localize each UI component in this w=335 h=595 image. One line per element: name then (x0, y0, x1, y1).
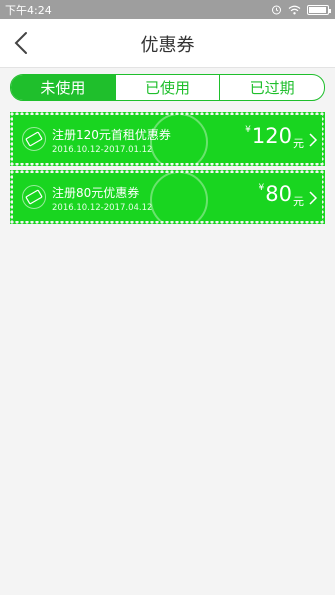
status-bar: 下午4:24 (0, 0, 335, 19)
amount-unit: 元 (293, 137, 304, 150)
coupon-tabs: 未使用 已使用 已过期 (10, 74, 325, 101)
alarm-icon (272, 5, 281, 15)
nav-bar: 优惠券 (0, 19, 335, 68)
ticket-icon (22, 185, 46, 209)
coupon-date: 2016.10.12-2017.04.12 (52, 203, 153, 213)
coupon-card[interactable]: 注册80元优惠券 2016.10.12-2017.04.12 ¥ 80 元 (10, 170, 325, 224)
status-icons (271, 4, 331, 15)
currency-symbol: ¥ (245, 125, 251, 135)
amount-value: 80 (265, 182, 292, 206)
watermark-logo (150, 173, 208, 221)
chevron-right-icon (309, 191, 318, 205)
coupon-amount: ¥ 80 元 (259, 181, 304, 209)
tab-unused[interactable]: 未使用 (11, 75, 116, 100)
battery-icon (307, 4, 331, 15)
wifi-icon (288, 5, 301, 14)
coupon-amount: ¥ 120 元 (245, 123, 304, 151)
tab-used[interactable]: 已使用 (116, 75, 221, 100)
coupon-title: 注册80元优惠券 (52, 186, 140, 200)
coupon-date: 2016.10.12-2017.01.12 (52, 145, 153, 155)
chevron-right-icon (309, 133, 318, 147)
status-time: 下午4:24 (5, 3, 52, 17)
ticket-icon (22, 127, 46, 151)
page-title: 优惠券 (140, 35, 195, 56)
amount-value: 120 (251, 124, 292, 148)
coupon-title: 注册120元首租优惠券 (52, 128, 171, 142)
coupon-card[interactable]: 注册120元首租优惠券 2016.10.12-2017.01.12 ¥ 120 … (10, 112, 325, 166)
amount-unit: 元 (293, 195, 304, 208)
currency-symbol: ¥ (258, 183, 265, 193)
tab-expired[interactable]: 已过期 (220, 75, 324, 100)
